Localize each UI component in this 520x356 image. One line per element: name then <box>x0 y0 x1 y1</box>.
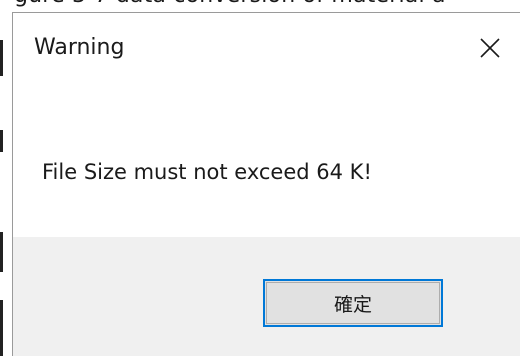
dialog-title-bar[interactable]: Warning <box>13 13 520 85</box>
close-icon <box>479 37 501 59</box>
background-window-edge <box>0 40 3 76</box>
background-window-edge <box>0 232 3 272</box>
ok-button[interactable]: 確定 <box>263 279 443 327</box>
dialog-message: File Size must not exceed 64 K! <box>42 160 372 184</box>
background-window-edge <box>0 130 3 152</box>
close-button[interactable] <box>460 13 520 83</box>
dialog-content: File Size must not exceed 64 K! <box>13 85 520 237</box>
warning-dialog: Warning File Size must not exceed 64 K! … <box>12 12 520 356</box>
screen: gure 3-7 data conversion of material a W… <box>0 0 520 356</box>
dialog-footer: 確定 <box>13 237 520 356</box>
background-window-edge <box>0 300 3 356</box>
background-document-text: gure 3-7 data conversion of material a <box>14 0 446 8</box>
dialog-title: Warning <box>34 35 125 60</box>
